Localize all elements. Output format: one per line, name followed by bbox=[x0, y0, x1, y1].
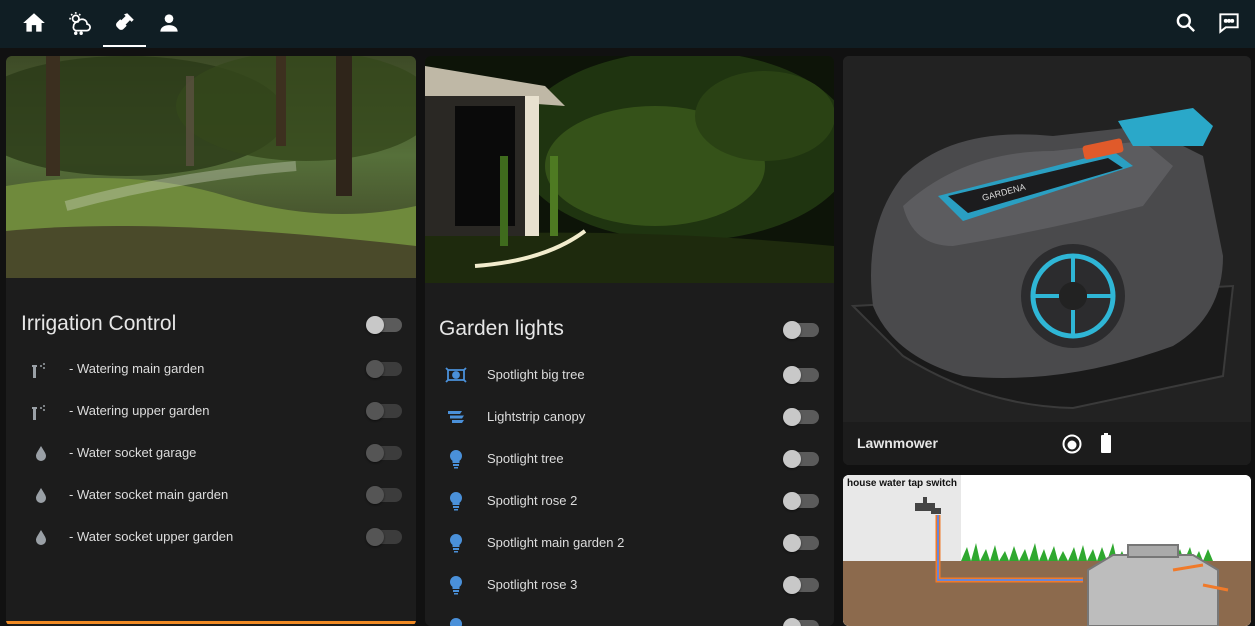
water-drop-icon bbox=[30, 526, 52, 548]
battery-icon[interactable] bbox=[1100, 433, 1112, 455]
list-item: - Water socket main garden bbox=[6, 474, 416, 516]
lawnmower-card[interactable]: GARDENA Lawnmower bbox=[843, 56, 1251, 465]
toggle-switch[interactable] bbox=[783, 576, 819, 594]
toggle-switch[interactable] bbox=[366, 360, 402, 378]
bulb-icon bbox=[445, 490, 467, 512]
card-title: Garden lights bbox=[439, 317, 564, 340]
garden-lights-card: Garden lights Spotlight big tree Lightst… bbox=[425, 56, 834, 626]
list-item-label: - Watering main garden bbox=[69, 361, 205, 376]
bulb-icon bbox=[445, 616, 467, 626]
sprinkler-icon bbox=[30, 400, 52, 422]
list-item: - Water socket upper garden bbox=[6, 516, 416, 558]
irrigation-photo bbox=[6, 56, 416, 278]
lawnmower-image: GARDENA bbox=[843, 56, 1251, 421]
garden-lights-photo bbox=[425, 56, 834, 283]
water-drop-icon bbox=[30, 442, 52, 464]
toggle-switch[interactable] bbox=[783, 534, 819, 552]
active-tab-indicator bbox=[103, 45, 146, 47]
top-app-bar bbox=[0, 0, 1255, 48]
entity-name: Lawnmower bbox=[857, 435, 938, 451]
toggle-switch[interactable] bbox=[783, 618, 819, 626]
toggle-switch[interactable] bbox=[783, 492, 819, 510]
toggle-switch[interactable] bbox=[366, 402, 402, 420]
water-drop-icon bbox=[30, 484, 52, 506]
list-item: Spotlight tree bbox=[425, 438, 834, 480]
search-icon[interactable] bbox=[1173, 10, 1199, 36]
list-item-label: - Water socket upper garden bbox=[69, 529, 234, 544]
list-item: - Watering upper garden bbox=[6, 390, 416, 432]
list-item: Spotlight big tree bbox=[425, 354, 834, 396]
bulb-icon bbox=[445, 532, 467, 554]
water-tap-diagram bbox=[843, 475, 1251, 626]
robot-mower-icon[interactable] bbox=[1062, 434, 1082, 454]
list-item: - Water socket garage bbox=[6, 432, 416, 474]
toggle-switch[interactable] bbox=[366, 444, 402, 462]
list-item-label: Lightstrip canopy bbox=[487, 409, 586, 424]
list-item-label: - Watering upper garden bbox=[69, 403, 210, 418]
list-item: Spotlight main garden 2 bbox=[425, 522, 834, 564]
list-item: - Watering main garden bbox=[6, 348, 416, 390]
list-item: Lightstrip canopy bbox=[425, 396, 834, 438]
list-item-label: Spotlight big tree bbox=[487, 367, 585, 382]
lightstrip-icon bbox=[445, 406, 467, 428]
home-icon[interactable] bbox=[21, 10, 47, 36]
lawnmower-footer: Lawnmower bbox=[843, 422, 1251, 465]
list-item-label: - Water socket main garden bbox=[69, 487, 229, 502]
water-tap-card[interactable]: house water tap switch bbox=[843, 475, 1251, 626]
toggle-switch[interactable] bbox=[783, 450, 819, 468]
assist-chat-icon[interactable] bbox=[1216, 10, 1242, 36]
bulb-icon bbox=[445, 448, 467, 470]
list-item: Spotlight rose 2 bbox=[425, 480, 834, 522]
irrigation-master-toggle[interactable] bbox=[366, 316, 402, 334]
account-icon[interactable] bbox=[156, 10, 182, 36]
toggle-switch[interactable] bbox=[783, 366, 819, 384]
toggle-switch[interactable] bbox=[366, 486, 402, 504]
shovel-icon[interactable] bbox=[111, 10, 137, 36]
list-item-label: Spotlight main garden 2 bbox=[487, 535, 625, 550]
list-item-label: Spotlight rose 2 bbox=[487, 493, 578, 508]
weather-partly-snowy-icon[interactable] bbox=[66, 10, 92, 36]
list-item-label: Spotlight tree bbox=[487, 451, 564, 466]
lights-master-toggle[interactable] bbox=[783, 321, 819, 339]
irrigation-card: Irrigation Control - Watering main garde… bbox=[6, 56, 416, 626]
list-item-label: Spotlight rose 3 bbox=[487, 577, 578, 592]
toggle-switch[interactable] bbox=[783, 408, 819, 426]
water-tap-label: house water tap switch bbox=[847, 478, 958, 489]
sprinkler-icon bbox=[30, 358, 52, 380]
list-item-label: - Water socket garage bbox=[69, 445, 197, 460]
progress-bar bbox=[6, 621, 416, 624]
card-title: Irrigation Control bbox=[21, 312, 177, 335]
list-item bbox=[425, 606, 834, 626]
list-item: Spotlight rose 3 bbox=[425, 564, 834, 606]
bulb-icon bbox=[445, 574, 467, 596]
spotlight-icon bbox=[445, 364, 467, 386]
toggle-switch[interactable] bbox=[366, 528, 402, 546]
